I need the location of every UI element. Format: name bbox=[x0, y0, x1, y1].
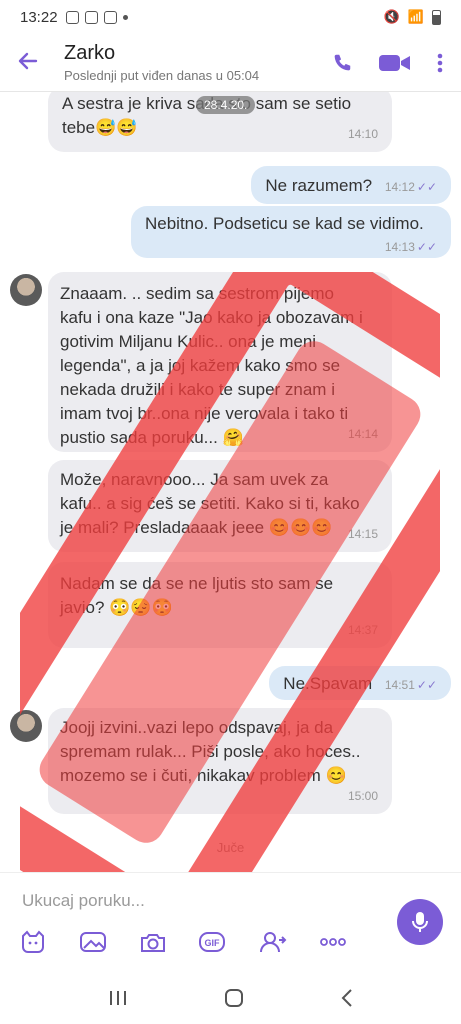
camera-icon[interactable] bbox=[138, 929, 168, 955]
message-incoming[interactable]: Može, naravnooo... Ja sam uvek za kafu..… bbox=[48, 460, 392, 552]
chat-header: Zarko Poslednji put viđen danas u 05:04 bbox=[0, 34, 461, 92]
more-notifications-icon bbox=[122, 14, 128, 20]
avatar[interactable] bbox=[10, 274, 42, 306]
emoji: 🤗 bbox=[222, 428, 244, 447]
back-nav-icon[interactable] bbox=[340, 988, 354, 1008]
home-icon[interactable] bbox=[223, 987, 245, 1009]
emoji: 😊😊😊 bbox=[268, 518, 333, 537]
message-outgoing[interactable]: Ne.Spavam 14:51 ✓✓ bbox=[269, 666, 451, 700]
message-time: 14:12 bbox=[384, 180, 415, 194]
message-time: 14:37 bbox=[347, 623, 378, 637]
microphone-icon bbox=[412, 912, 428, 932]
share-contact-icon[interactable] bbox=[258, 929, 288, 955]
instagram-icon bbox=[65, 10, 79, 24]
back-arrow-icon[interactable] bbox=[16, 49, 48, 77]
contact-info[interactable]: Zarko Poslednji put viđen danas u 05:04 bbox=[64, 42, 259, 83]
message-time: 14:14 bbox=[347, 427, 378, 441]
message-time: 15:00 bbox=[347, 789, 378, 803]
system-icons: 🔇 📶 bbox=[384, 9, 441, 25]
image-icon[interactable] bbox=[78, 929, 108, 955]
emoji: 😅😅 bbox=[95, 118, 138, 137]
day-separator: Juče bbox=[216, 840, 245, 855]
gif-label: GIF bbox=[205, 938, 221, 948]
message-input[interactable]: Ukucaj poruku... bbox=[22, 891, 145, 911]
phone-call-icon[interactable] bbox=[331, 52, 353, 74]
wifi-icon: 📶 bbox=[407, 9, 424, 24]
message-incoming[interactable]: Joojj izvini..vazi lepo odspavaj, ja da … bbox=[48, 708, 392, 814]
mute-icon: 🔇 bbox=[383, 9, 400, 24]
message-time: 14:13 bbox=[384, 240, 415, 254]
message-incoming[interactable]: Nadam se da se ne ljutis sto sam se javi… bbox=[48, 562, 392, 648]
status-time: 13:22 bbox=[20, 8, 58, 26]
more-options-icon[interactable] bbox=[437, 53, 443, 73]
message-text: Nebitno. Podseticu se kad se vidimo. bbox=[145, 214, 424, 233]
message-time: 14:15 bbox=[347, 527, 378, 541]
message-list[interactable]: A sestra je kriva sada sto sam se setio … bbox=[0, 92, 461, 872]
sticker-icon[interactable] bbox=[18, 929, 48, 955]
date-chip: 28.4.20. bbox=[196, 96, 256, 114]
upload-icon bbox=[103, 10, 117, 24]
notification-icons bbox=[65, 10, 128, 24]
message-outgoing[interactable]: Ne razumem? 14:12 ✓✓ bbox=[251, 166, 451, 204]
read-ticks-icon: ✓✓ bbox=[416, 180, 437, 194]
message-text: Znaaam. .. sedim sa sestrom pijemo kafu … bbox=[60, 284, 363, 447]
recent-apps-icon[interactable] bbox=[108, 989, 128, 1007]
message-text: Nadam se da se ne ljutis sto sam se javi… bbox=[60, 574, 334, 617]
message-incoming[interactable]: Znaaam. .. sedim sa sestrom pijemo kafu … bbox=[48, 272, 392, 452]
contact-name: Zarko bbox=[64, 42, 116, 64]
system-nav-bar bbox=[0, 972, 461, 1024]
message-outgoing[interactable]: Nebitno. Podseticu se kad se vidimo. 14:… bbox=[131, 206, 451, 258]
gif-icon[interactable]: GIF bbox=[198, 929, 228, 955]
message-text: Joojj izvini..vazi lepo odspavaj, ja da … bbox=[60, 718, 361, 785]
emoji: 😊 bbox=[325, 766, 347, 785]
read-ticks-icon: ✓✓ bbox=[416, 240, 437, 254]
video-call-icon[interactable] bbox=[379, 53, 411, 73]
message-time: 14:10 bbox=[347, 127, 378, 141]
battery-icon bbox=[432, 9, 441, 25]
more-icon[interactable] bbox=[318, 929, 348, 955]
last-seen-status: Poslednji put viđen danas u 05:04 bbox=[64, 68, 260, 83]
message-text: Ne.Spavam bbox=[283, 674, 373, 693]
composer-tools: GIF bbox=[18, 929, 348, 955]
emoji: 😳😔😳 bbox=[109, 598, 173, 617]
gallery-icon bbox=[84, 10, 98, 24]
status-bar: 13:22 🔇 📶 bbox=[0, 0, 461, 34]
message-text: Ne razumem? bbox=[265, 176, 373, 195]
avatar[interactable] bbox=[10, 710, 42, 742]
message-time: 14:51 bbox=[384, 678, 415, 692]
message-composer: Ukucaj poruku... GIF bbox=[0, 872, 461, 972]
voice-message-button[interactable] bbox=[397, 899, 443, 945]
read-ticks-icon: ✓✓ bbox=[416, 678, 437, 692]
